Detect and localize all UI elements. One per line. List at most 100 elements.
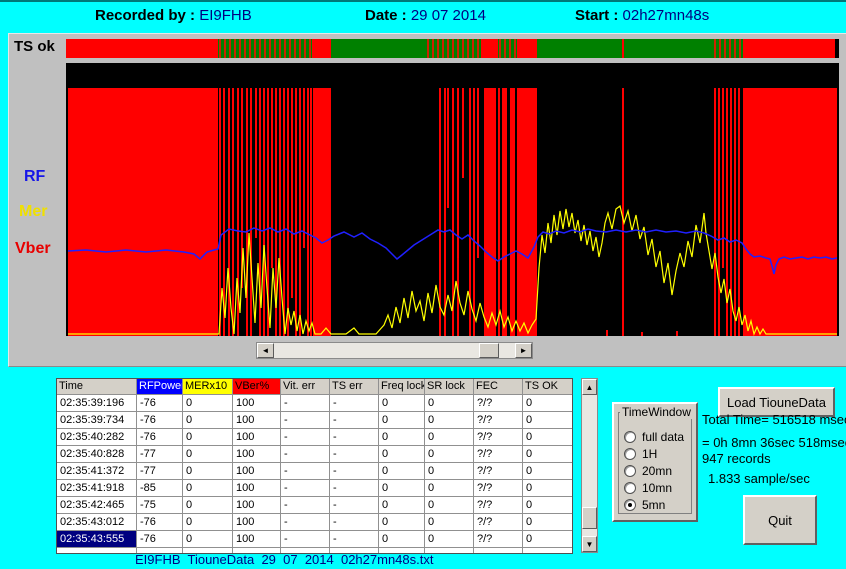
cell-rfpower[interactable]: -76 xyxy=(137,514,182,530)
cell-fec[interactable]: ?/? xyxy=(474,395,522,411)
cell-vit-err[interactable]: - xyxy=(281,412,329,428)
cell-rfpower[interactable]: -76 xyxy=(137,531,182,547)
cell-vber-[interactable]: 100 xyxy=(233,412,280,428)
cell-vit-err[interactable]: - xyxy=(281,463,329,479)
cell-ts-err[interactable]: - xyxy=(330,446,378,462)
cell-ts-ok[interactable]: 0 xyxy=(523,480,572,496)
cell-rfpower[interactable]: -76 xyxy=(137,429,182,445)
column-header-merx10[interactable]: MERx10 xyxy=(183,379,232,394)
cell-fec[interactable]: ?/? xyxy=(474,463,522,479)
cell-time[interactable]: 02:35:43:012 xyxy=(57,514,136,530)
cell-ts-err[interactable]: - xyxy=(330,531,378,547)
quit-button[interactable]: Quit xyxy=(743,495,817,545)
cell-fec[interactable]: ?/? xyxy=(474,412,522,428)
cell-vber-[interactable]: 100 xyxy=(233,395,280,411)
cell-time[interactable]: 02:35:40:828 xyxy=(57,446,136,462)
column-header-time[interactable]: Time xyxy=(57,379,136,394)
table-scrollbar-track[interactable] xyxy=(582,395,597,536)
cell-ts-err[interactable]: - xyxy=(330,412,378,428)
radio-20mn[interactable]: 20mn xyxy=(624,464,672,478)
cell-freq-lock[interactable]: 0 xyxy=(379,463,424,479)
chart-scrollbar-track[interactable] xyxy=(274,343,515,358)
column-header-freq-lock[interactable]: Freq lock xyxy=(379,379,424,394)
cell-vber-[interactable]: 100 xyxy=(233,514,280,530)
cell-vit-err[interactable]: - xyxy=(281,514,329,530)
column-header-ts-ok[interactable]: TS OK xyxy=(523,379,572,394)
cell-sr-lock[interactable]: 0 xyxy=(425,514,473,530)
radio-10mn[interactable]: 10mn xyxy=(624,481,672,495)
cell-sr-lock[interactable]: 0 xyxy=(425,429,473,445)
cell-time[interactable]: 02:35:42:465 xyxy=(57,497,136,513)
cell-vber-[interactable]: 100 xyxy=(233,480,280,496)
cell-vit-err[interactable]: - xyxy=(281,395,329,411)
cell-merx10[interactable]: 0 xyxy=(183,514,232,530)
cell-sr-lock[interactable]: 0 xyxy=(425,531,473,547)
cell-merx10[interactable]: 0 xyxy=(183,429,232,445)
cell-ts-ok[interactable]: 0 xyxy=(523,395,572,411)
cell-vit-err[interactable]: - xyxy=(281,480,329,496)
cell-time[interactable]: 02:35:39:196 xyxy=(57,395,136,411)
cell-time[interactable]: 02:35:41:918 xyxy=(57,480,136,496)
cell-vber-[interactable]: 100 xyxy=(233,446,280,462)
cell-fec[interactable]: ?/? xyxy=(474,497,522,513)
cell-fec[interactable]: ?/? xyxy=(474,531,522,547)
cell-vber-[interactable]: 100 xyxy=(233,497,280,513)
cell-merx10[interactable]: 0 xyxy=(183,412,232,428)
cell-vit-err[interactable]: - xyxy=(281,531,329,547)
radio-full-data[interactable]: full data xyxy=(624,430,684,444)
column-header-fec[interactable]: FEC xyxy=(474,379,522,394)
cell-ts-ok[interactable]: 0 xyxy=(523,463,572,479)
cell-freq-lock[interactable]: 0 xyxy=(379,395,424,411)
cell-rfpower[interactable]: -77 xyxy=(137,446,182,462)
cell-ts-ok[interactable]: 0 xyxy=(523,412,572,428)
cell-vber-[interactable]: 100 xyxy=(233,429,280,445)
table-scrollbar-thumb[interactable] xyxy=(582,507,597,529)
cell-ts-err[interactable]: - xyxy=(330,463,378,479)
cell-fec[interactable]: ?/? xyxy=(474,480,522,496)
cell-merx10[interactable]: 0 xyxy=(183,395,232,411)
scroll-down-button[interactable]: ▼ xyxy=(582,536,597,552)
cell-time[interactable]: 02:35:40:282 xyxy=(57,429,136,445)
cell-freq-lock[interactable]: 0 xyxy=(379,514,424,530)
cell-rfpower[interactable]: -76 xyxy=(137,412,182,428)
cell-merx10[interactable]: 0 xyxy=(183,531,232,547)
cell-sr-lock[interactable]: 0 xyxy=(425,463,473,479)
cell-rfpower[interactable]: -76 xyxy=(137,395,182,411)
cell-ts-err[interactable]: - xyxy=(330,429,378,445)
cell-merx10[interactable]: 0 xyxy=(183,497,232,513)
cell-ts-ok[interactable]: 0 xyxy=(523,497,572,513)
cell-sr-lock[interactable]: 0 xyxy=(425,480,473,496)
cell-ts-err[interactable]: - xyxy=(330,497,378,513)
column-header-ts-err[interactable]: TS err xyxy=(330,379,378,394)
cell-vber-[interactable]: 100 xyxy=(233,463,280,479)
cell-rfpower[interactable]: -77 xyxy=(137,463,182,479)
cell-vit-err[interactable]: - xyxy=(281,497,329,513)
cell-merx10[interactable]: 0 xyxy=(183,463,232,479)
scroll-right-button[interactable]: ► xyxy=(515,343,532,358)
cell-freq-lock[interactable]: 0 xyxy=(379,412,424,428)
radio-5mn[interactable]: 5mn xyxy=(624,498,665,512)
cell-rfpower[interactable]: -85 xyxy=(137,480,182,496)
cell-freq-lock[interactable]: 0 xyxy=(379,446,424,462)
table-vertical-scrollbar[interactable]: ▲ ▼ xyxy=(581,378,598,553)
cell-vit-err[interactable]: - xyxy=(281,446,329,462)
cell-merx10[interactable]: 0 xyxy=(183,446,232,462)
column-header-vber-[interactable]: VBer% xyxy=(233,379,280,394)
cell-vit-err[interactable]: - xyxy=(281,429,329,445)
cell-ts-err[interactable]: - xyxy=(330,480,378,496)
cell-merx10[interactable]: 0 xyxy=(183,480,232,496)
cell-ts-ok[interactable]: 0 xyxy=(523,429,572,445)
cell-ts-ok[interactable]: 0 xyxy=(523,446,572,462)
cell-freq-lock[interactable]: 0 xyxy=(379,531,424,547)
cell-rfpower[interactable]: -75 xyxy=(137,497,182,513)
cell-ts-err[interactable]: - xyxy=(330,514,378,530)
cell-fec[interactable]: ?/? xyxy=(474,514,522,530)
chart-scrollbar-thumb[interactable] xyxy=(479,343,499,358)
cell-sr-lock[interactable]: 0 xyxy=(425,412,473,428)
cell-sr-lock[interactable]: 0 xyxy=(425,446,473,462)
chart-horizontal-scrollbar[interactable]: ◄ ► xyxy=(256,342,533,359)
cell-freq-lock[interactable]: 0 xyxy=(379,429,424,445)
cell-time[interactable]: 02:35:39:734 xyxy=(57,412,136,428)
cell-vber-[interactable]: 100 xyxy=(233,531,280,547)
cell-ts-ok[interactable]: 0 xyxy=(523,531,572,547)
